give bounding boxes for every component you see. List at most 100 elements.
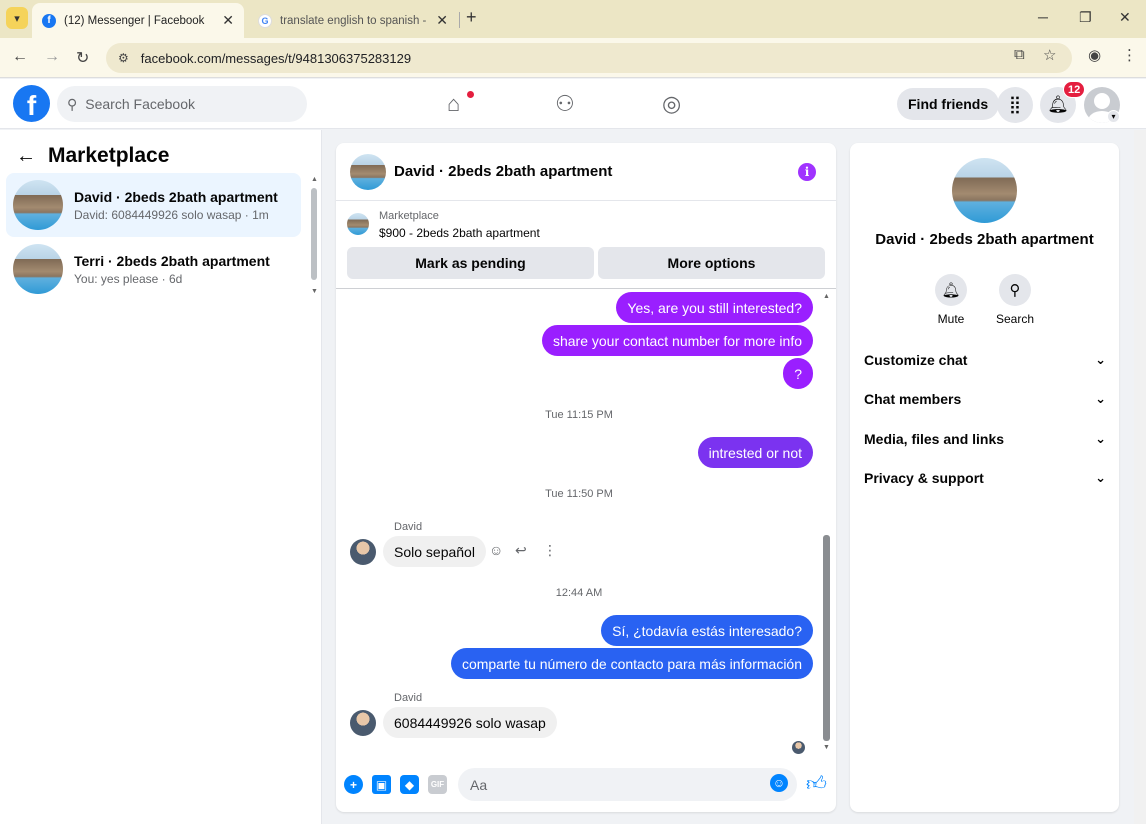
browser-menu-icon[interactable]: ⋮ bbox=[1122, 46, 1137, 64]
more-vertical-icon[interactable]: ⋮ bbox=[543, 542, 557, 559]
find-friends-button[interactable]: Find friends bbox=[897, 88, 1000, 120]
scroll-up-arrow-icon[interactable]: ▲ bbox=[311, 176, 318, 183]
message-timestamp: 12:44 AM bbox=[555, 587, 603, 599]
conversation-name: David · 2beds 2bath apartment bbox=[74, 188, 278, 205]
search-placeholder: Search Facebook bbox=[85, 96, 195, 112]
page-scrollbar[interactable] bbox=[1134, 130, 1146, 824]
thumbs-up-icon[interactable]: 👍︎ bbox=[806, 772, 827, 796]
reply-arrow-icon[interactable]: ↩ bbox=[515, 542, 527, 559]
message-input[interactable]: Aa bbox=[458, 768, 797, 801]
plus-circle-icon[interactable]: + bbox=[344, 775, 363, 794]
section-customize-chat[interactable]: Customize chat ⌄ bbox=[864, 346, 1106, 374]
friends-icon[interactable]: ⚇ bbox=[555, 91, 575, 117]
sidebar-title: Marketplace bbox=[48, 144, 170, 167]
home-icon[interactable]: ⌂ bbox=[447, 91, 460, 117]
message-bubble-sent[interactable]: intrested or not bbox=[697, 437, 813, 468]
gif-icon[interactable]: GIF bbox=[428, 775, 447, 794]
section-chat-members[interactable]: Chat members ⌄ bbox=[864, 385, 1106, 413]
profile-icon[interactable]: ◉ bbox=[1088, 46, 1101, 64]
back-arrow-icon[interactable]: ← bbox=[16, 145, 36, 168]
marketplace-sidebar: ← Marketplace David · 2beds 2bath apartm… bbox=[0, 130, 322, 824]
browser-tab-bar: ▾ f (12) Messenger | Facebook ✕ G transl… bbox=[0, 0, 1146, 38]
scroll-up-arrow-icon[interactable]: ▲ bbox=[823, 293, 830, 300]
google-favicon-icon: G bbox=[258, 13, 272, 28]
contact-avatar[interactable] bbox=[952, 158, 1017, 223]
message-bubble-received[interactable]: Solo sepañol bbox=[383, 536, 486, 567]
emoji-icon[interactable]: ☺ bbox=[770, 774, 788, 792]
chat-header: David · 2beds 2bath apartment i bbox=[336, 143, 836, 201]
tab-title: (12) Messenger | Facebook bbox=[64, 14, 205, 27]
scroll-down-arrow-icon[interactable]: ▼ bbox=[823, 744, 830, 751]
menu-grid-icon[interactable]: ⣿ bbox=[997, 87, 1033, 123]
bookmark-star-icon[interactable]: ☆ bbox=[1043, 46, 1056, 64]
message-timestamp: Tue 11:15 PM bbox=[545, 409, 613, 421]
message-bubble-received[interactable]: 6084449926 solo wasap bbox=[383, 707, 557, 738]
chat-avatar[interactable] bbox=[350, 153, 386, 190]
message-bubble-sent[interactable]: share your contact number for more info bbox=[541, 325, 813, 356]
close-tab-icon[interactable]: ✕ bbox=[436, 12, 448, 29]
marketplace-listing-bar: Marketplace $900 - 2beds 2bath apartment… bbox=[336, 201, 836, 289]
sender-avatar[interactable] bbox=[350, 539, 376, 565]
chevron-down-icon[interactable]: ▾ bbox=[1107, 110, 1120, 123]
chat-panel: David · 2beds 2bath apartment i Marketpl… bbox=[336, 143, 836, 812]
mark-as-pending-button[interactable]: Mark as pending bbox=[347, 247, 594, 279]
mute-button[interactable]: 🔔︎ Mute bbox=[921, 274, 981, 326]
restore-icon[interactable]: ❐ bbox=[1079, 9, 1092, 26]
minimize-icon[interactable]: ─ bbox=[1038, 9, 1048, 25]
apartment-thumbnail bbox=[13, 244, 63, 294]
sender-name: David bbox=[394, 521, 423, 533]
sidebar-scrollbar[interactable] bbox=[311, 188, 317, 280]
listing-thumbnail[interactable] bbox=[347, 213, 369, 235]
sticker-icon[interactable]: ◆ bbox=[400, 775, 419, 794]
url-omnibox[interactable]: ⚙ facebook.com/messages/t/94813063752831… bbox=[106, 43, 1072, 73]
message-list: Yes, are you still interested? share you… bbox=[336, 289, 836, 759]
mute-label: Mute bbox=[937, 312, 965, 326]
section-media-files-links[interactable]: Media, files and links ⌄ bbox=[864, 425, 1106, 453]
conversation-snippet: You: yes please · 6d bbox=[74, 271, 183, 286]
forward-arrow-icon[interactable]: → bbox=[44, 48, 60, 66]
chat-title[interactable]: David · 2beds 2bath apartment bbox=[394, 163, 612, 180]
tab-messenger[interactable]: f (12) Messenger | Facebook ✕ bbox=[32, 3, 244, 38]
listing-price[interactable]: $900 - 2beds 2bath apartment bbox=[379, 226, 540, 240]
groups-icon[interactable]: ◎ bbox=[662, 91, 681, 117]
reload-icon[interactable]: ↻ bbox=[76, 48, 89, 68]
chevron-down-icon: ⌄ bbox=[1095, 431, 1106, 446]
logo-letter: f bbox=[26, 90, 37, 121]
conversation-item-david[interactable]: David · 2beds 2bath apartment David: 608… bbox=[6, 173, 301, 237]
info-icon[interactable]: i bbox=[798, 163, 816, 181]
search-facebook-input[interactable]: ⚲ Search Facebook bbox=[57, 86, 307, 122]
sender-name: David bbox=[394, 692, 423, 704]
scroll-down-arrow-icon[interactable]: ▼ bbox=[311, 288, 318, 295]
section-privacy-support[interactable]: Privacy & support ⌄ bbox=[864, 464, 1106, 492]
new-tab-icon[interactable]: + bbox=[466, 7, 477, 28]
site-settings-icon[interactable]: ⚙ bbox=[118, 51, 129, 65]
chevron-down-icon: ⌄ bbox=[1095, 391, 1106, 406]
chat-scrollbar[interactable] bbox=[823, 535, 830, 741]
close-tab-icon[interactable]: ✕ bbox=[222, 12, 234, 29]
sender-avatar[interactable] bbox=[350, 710, 376, 736]
tab-google-translate[interactable]: G translate english to spanish - Go ✕ bbox=[248, 3, 458, 38]
message-bubble-sent[interactable]: Yes, are you still interested? bbox=[616, 292, 813, 323]
message-composer: + ▣ ◆ GIF Aa ☺ 👍︎ bbox=[336, 765, 836, 805]
listing-source: Marketplace bbox=[379, 210, 439, 222]
apartment-thumbnail bbox=[13, 180, 63, 230]
back-arrow-icon[interactable]: ← bbox=[12, 48, 28, 66]
section-label: Media, files and links bbox=[864, 431, 1005, 447]
section-label: Privacy & support bbox=[864, 470, 984, 486]
message-timestamp: Tue 11:50 PM bbox=[545, 488, 613, 500]
facebook-logo-icon[interactable]: f bbox=[13, 85, 50, 122]
tab-search-chevron-icon[interactable]: ▾ bbox=[6, 7, 28, 29]
message-bubble-sent[interactable]: comparte tu número de contacto para más … bbox=[450, 648, 813, 679]
message-bubble-sent[interactable]: Sí, ¿todavía estás interesado? bbox=[601, 615, 813, 646]
message-bubble-sent[interactable]: ? bbox=[783, 358, 813, 389]
more-options-button[interactable]: More options bbox=[598, 247, 825, 279]
conversation-name: Terri · 2beds 2bath apartment bbox=[74, 252, 270, 269]
search-conversation-button[interactable]: ⚲ Search bbox=[985, 274, 1045, 326]
close-window-icon[interactable]: ✕ bbox=[1119, 9, 1131, 26]
conversation-item-terri[interactable]: Terri · 2beds 2bath apartment You: yes p… bbox=[6, 237, 301, 301]
facebook-header: f ⚲ Search Facebook ⌂ ⚇ ◎ Find friends ⣿… bbox=[0, 79, 1146, 129]
install-app-icon[interactable]: ⧉ bbox=[1014, 46, 1025, 63]
notification-count-badge: 12 bbox=[1063, 81, 1086, 98]
react-smiley-icon[interactable]: ☺ bbox=[489, 542, 503, 558]
photo-icon[interactable]: ▣ bbox=[372, 775, 391, 794]
